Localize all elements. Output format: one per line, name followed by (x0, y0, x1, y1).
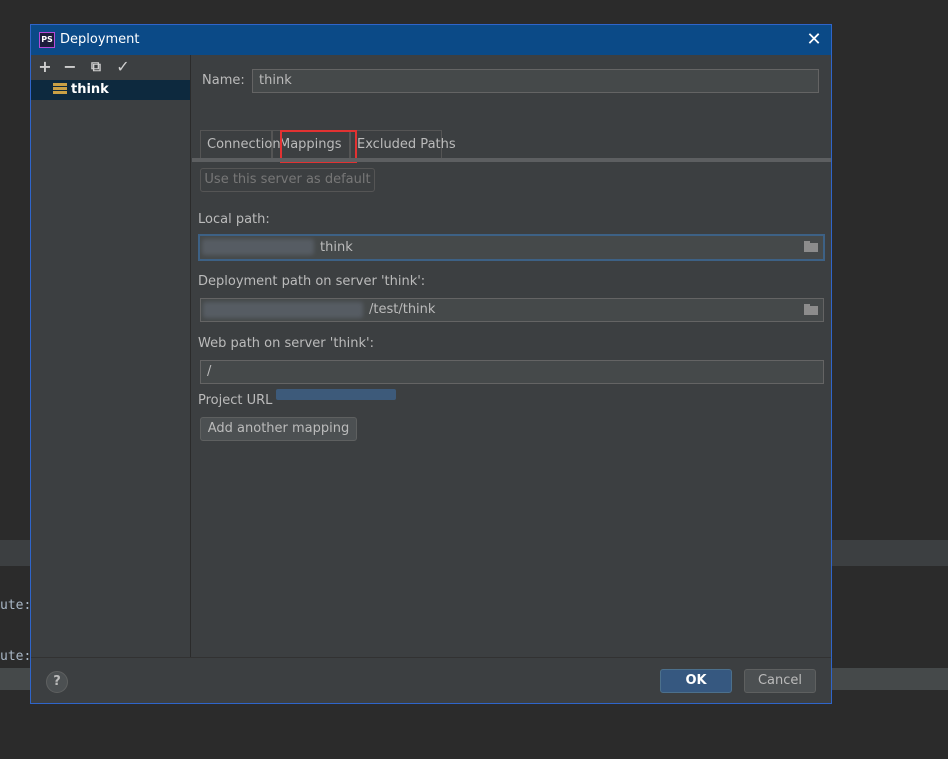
redacted-path (203, 302, 363, 318)
local-path-label: Local path: (198, 212, 270, 227)
phpstorm-app-icon: PS (39, 32, 55, 48)
close-icon[interactable]: ✕ (803, 29, 825, 51)
server-icon (53, 83, 67, 97)
server-list-item-think[interactable]: think (31, 80, 190, 100)
check-icon[interactable]: ✓ (113, 57, 133, 77)
add-icon[interactable]: + (35, 57, 55, 77)
deployment-dialog: PS Deployment ✕ + − ⧉ ✓ think Name: thin… (30, 24, 832, 704)
dialog-titlebar: PS Deployment ✕ (31, 25, 831, 55)
copy-icon[interactable]: ⧉ (86, 57, 106, 77)
server-list-panel: + − ⧉ ✓ think (31, 55, 191, 657)
server-list-toolbar: + − ⧉ ✓ (31, 55, 191, 79)
tab-underline (192, 158, 831, 162)
deployment-path-value: /test/think (369, 302, 436, 317)
use-as-default-button[interactable]: Use this server as default (200, 168, 375, 192)
web-path-input[interactable]: / (200, 360, 824, 384)
redacted-project-url[interactable] (276, 389, 396, 400)
tab-excluded-paths[interactable]: Excluded Paths (350, 130, 456, 158)
name-input[interactable]: think (252, 69, 819, 93)
web-path-label: Web path on server 'think': (198, 336, 375, 351)
add-another-mapping-button[interactable]: Add another mapping (200, 417, 357, 441)
ok-button[interactable]: OK (660, 669, 732, 693)
name-label: Name: (202, 73, 245, 88)
local-path-input[interactable]: think (198, 234, 825, 261)
help-icon[interactable]: ? (46, 671, 68, 693)
background-console-text: ute: (0, 649, 32, 664)
project-url-label: Project URL (198, 393, 273, 408)
background-console-text: ute: (0, 598, 32, 613)
dialog-footer: ? OK Cancel (31, 657, 831, 703)
redacted-path (202, 239, 314, 255)
server-label: think (71, 82, 109, 97)
remove-icon[interactable]: − (60, 57, 80, 77)
folder-icon[interactable] (804, 241, 818, 252)
dialog-title: Deployment (60, 32, 140, 47)
folder-icon[interactable] (804, 304, 818, 315)
local-path-value: think (320, 240, 353, 255)
deployment-path-input[interactable]: /test/think (200, 298, 824, 322)
settings-panel: Name: think Connection Mappings Excluded… (192, 55, 831, 657)
deployment-path-label: Deployment path on server 'think': (198, 274, 426, 289)
cancel-button[interactable]: Cancel (744, 669, 816, 693)
tab-connection[interactable]: Connection (200, 130, 281, 158)
